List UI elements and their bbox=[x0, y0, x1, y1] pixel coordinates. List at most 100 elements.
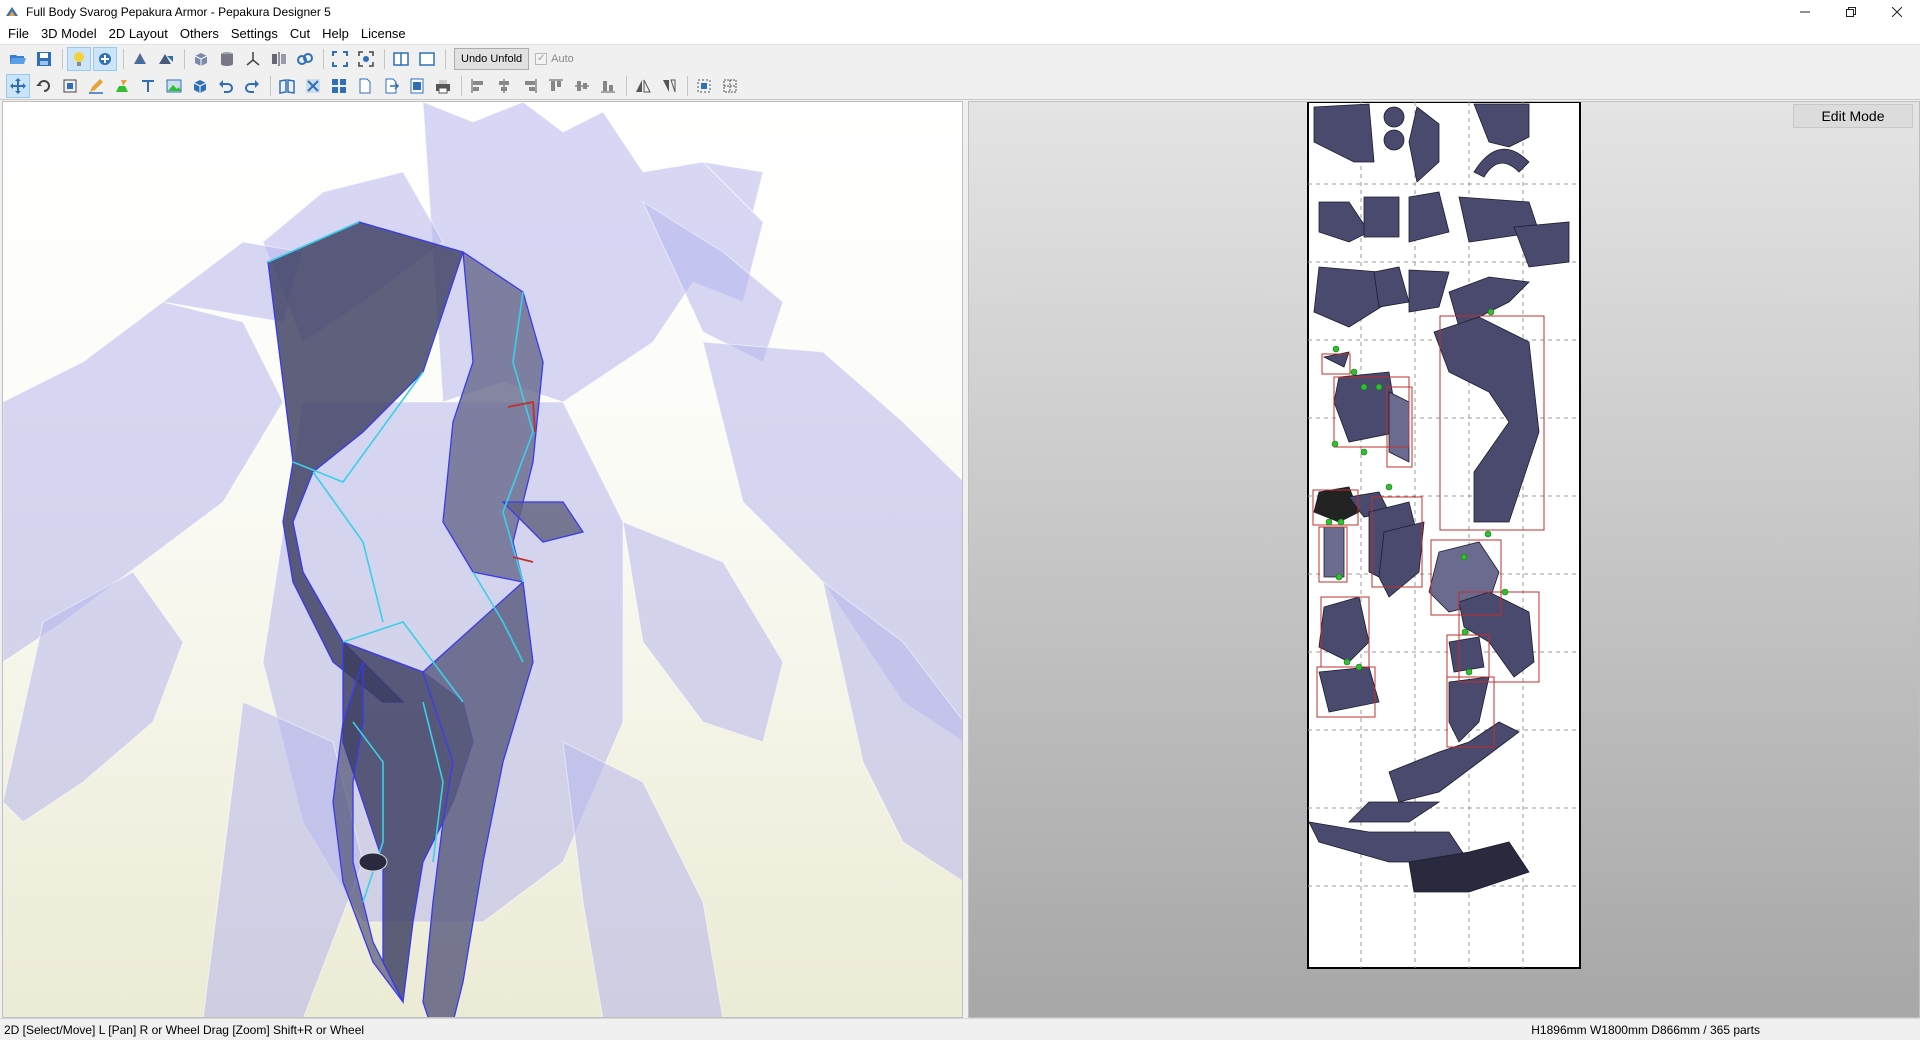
split-view-button[interactable] bbox=[389, 47, 413, 71]
close-icon bbox=[1892, 7, 1902, 17]
mirror-button[interactable] bbox=[267, 47, 291, 71]
select-move-icon bbox=[10, 77, 26, 94]
flap-icon bbox=[116, 79, 128, 92]
pepakura-icon bbox=[6, 7, 18, 16]
undo-unfold-button[interactable]: Undo Unfold bbox=[454, 47, 530, 70]
text-icon bbox=[142, 79, 154, 92]
layout-button[interactable] bbox=[327, 74, 351, 98]
align-center-icon bbox=[499, 78, 509, 93]
edit-toolbar bbox=[0, 72, 1920, 100]
2d-layout-view[interactable]: Edit Mode bbox=[968, 101, 1920, 1018]
join-button[interactable] bbox=[293, 47, 317, 71]
export-icon bbox=[385, 78, 400, 93]
3d-model-view[interactable] bbox=[2, 101, 963, 1018]
flip-horizontal-button[interactable] bbox=[631, 74, 655, 98]
undo-icon bbox=[219, 79, 233, 93]
single-view-icon bbox=[419, 51, 435, 66]
align-middle-button[interactable] bbox=[570, 74, 594, 98]
align-left-icon bbox=[471, 78, 483, 93]
fit-button[interactable] bbox=[328, 47, 352, 71]
undo-button[interactable] bbox=[214, 74, 238, 98]
menu-license[interactable]: License bbox=[355, 24, 412, 44]
menu-settings[interactable]: Settings bbox=[225, 24, 284, 44]
window-title: Full Body Svarog Pepakura Armor - Pepaku… bbox=[26, 5, 331, 19]
rotate-model-icon bbox=[134, 52, 146, 64]
select-move-button[interactable] bbox=[6, 73, 30, 98]
text-button[interactable] bbox=[136, 74, 160, 98]
grid-icon bbox=[332, 78, 346, 93]
menu-cut[interactable]: Cut bbox=[284, 24, 316, 44]
cylinder-icon bbox=[221, 51, 233, 66]
book-icon bbox=[279, 78, 295, 94]
print-preview-icon bbox=[410, 78, 424, 93]
menu-3d-model[interactable]: 3D Model bbox=[35, 24, 103, 44]
rotate-part-button[interactable] bbox=[32, 74, 56, 98]
close-button[interactable] bbox=[1874, 0, 1920, 24]
light-button[interactable] bbox=[67, 46, 91, 71]
align-left-button[interactable] bbox=[466, 74, 490, 98]
lightbulb-icon bbox=[74, 51, 84, 66]
main-toolbar: Undo Unfold ✓ Auto bbox=[0, 44, 1920, 72]
texture-button[interactable] bbox=[93, 46, 117, 71]
scale-button[interactable] bbox=[58, 74, 82, 98]
flip-horizontal-icon bbox=[636, 79, 651, 92]
minimize-button[interactable] bbox=[1782, 0, 1828, 24]
status-model-info: H1896mm W1800mm D866mm / 365 parts bbox=[1531, 1022, 1760, 1037]
3d-model-render bbox=[3, 102, 962, 1017]
auto-checkbox[interactable]: ✓ Auto bbox=[535, 52, 574, 65]
align-center-button[interactable] bbox=[492, 74, 516, 98]
unfold-button[interactable] bbox=[154, 47, 178, 71]
align-top-icon bbox=[549, 79, 563, 91]
image-button[interactable] bbox=[162, 74, 186, 98]
single-view-button[interactable] bbox=[415, 47, 439, 71]
part-3d-button[interactable] bbox=[188, 74, 212, 98]
pencil-icon bbox=[89, 78, 103, 94]
arrange-icon bbox=[306, 78, 320, 93]
mirror-icon bbox=[272, 51, 286, 66]
link-icon bbox=[297, 52, 313, 65]
page-icon bbox=[359, 78, 371, 93]
flap-button[interactable] bbox=[110, 74, 134, 98]
box-icon bbox=[194, 52, 208, 66]
status-bar: 2D [Select/Move] L [Pan] R or Wheel Drag… bbox=[0, 1018, 1920, 1040]
axis-button[interactable] bbox=[241, 47, 265, 71]
folder-open-icon bbox=[10, 54, 26, 64]
align-middle-icon bbox=[575, 80, 589, 91]
rotate-model-button[interactable] bbox=[128, 47, 152, 71]
cylinder-tool-button[interactable] bbox=[215, 47, 239, 71]
image-icon bbox=[166, 79, 182, 92]
align-right-button[interactable] bbox=[518, 74, 542, 98]
rotate-icon bbox=[36, 79, 50, 92]
scale-icon bbox=[63, 79, 77, 92]
restore-icon bbox=[1846, 7, 1856, 17]
print-button[interactable] bbox=[431, 74, 455, 98]
auto-label: Auto bbox=[551, 52, 574, 65]
save-button[interactable] bbox=[32, 47, 56, 71]
open-button[interactable] bbox=[6, 47, 30, 71]
redo-button[interactable] bbox=[240, 74, 264, 98]
save-icon bbox=[37, 51, 51, 66]
printer-icon bbox=[436, 79, 450, 93]
title-bar: Full Body Svarog Pepakura Armor - Pepaku… bbox=[0, 0, 1920, 24]
select-region-button[interactable] bbox=[692, 74, 716, 98]
menu-file[interactable]: File bbox=[2, 24, 35, 44]
menu-2d-layout[interactable]: 2D Layout bbox=[103, 24, 174, 44]
snap-button[interactable] bbox=[718, 74, 742, 98]
checkmark-icon: ✓ bbox=[535, 52, 548, 65]
arrange-button[interactable] bbox=[301, 74, 325, 98]
flip-vertical-button[interactable] bbox=[657, 74, 681, 98]
print-preview-button[interactable] bbox=[405, 74, 429, 98]
box-tool-button[interactable] bbox=[189, 47, 213, 71]
align-bottom-button[interactable] bbox=[596, 74, 620, 98]
align-top-button[interactable] bbox=[544, 74, 568, 98]
book-button[interactable] bbox=[275, 74, 299, 98]
menu-help[interactable]: Help bbox=[316, 24, 355, 44]
axis-icon bbox=[246, 51, 260, 66]
zoom-fit-button[interactable] bbox=[354, 47, 378, 71]
edge-button[interactable] bbox=[84, 74, 108, 98]
export-button[interactable] bbox=[379, 74, 403, 98]
restore-button[interactable] bbox=[1828, 0, 1874, 24]
page-button[interactable] bbox=[353, 74, 377, 98]
align-bottom-icon bbox=[601, 80, 615, 92]
menu-others[interactable]: Others bbox=[174, 24, 225, 44]
